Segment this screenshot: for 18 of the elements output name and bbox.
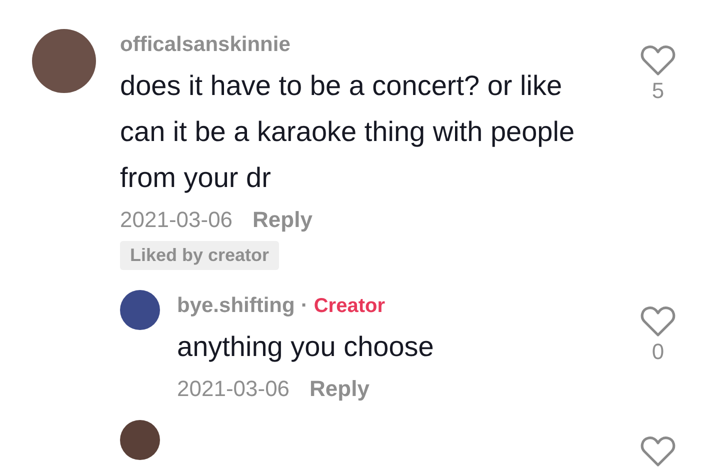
separator-dot: · [300, 294, 308, 318]
username[interactable]: officalsanskinnie [120, 33, 290, 57]
like-count: 0 [652, 339, 664, 365]
liked-by-creator-tag: Liked by creator [120, 241, 280, 270]
avatar-photo[interactable] [120, 290, 160, 330]
reply-link[interactable]: Reply [310, 376, 370, 402]
avatar-photo[interactable] [120, 420, 160, 460]
creator-label: Creator [314, 295, 385, 318]
comment-date: 2021-03-06 [120, 207, 233, 233]
heart-icon[interactable] [640, 44, 676, 76]
reply-link[interactable]: Reply [252, 207, 312, 233]
comment-date: 2021-03-06 [177, 376, 290, 402]
comment-text: anything you choose [177, 330, 435, 364]
like-count: 5 [652, 78, 664, 104]
heart-icon[interactable] [640, 435, 676, 467]
comment-text: does it have to be a concert? or like can it be a karaoke thing with people from your dr [120, 69, 576, 195]
heart-icon[interactable] [640, 305, 676, 337]
username[interactable]: bye.shifting [177, 294, 295, 318]
